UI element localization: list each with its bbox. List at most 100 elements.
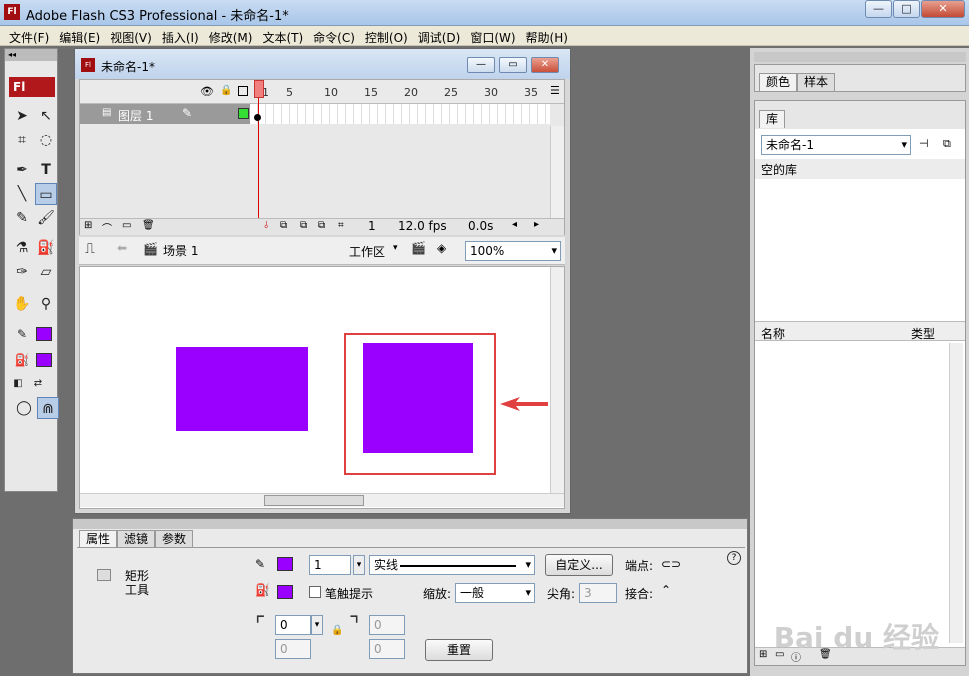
corner-radius-input[interactable]: 0	[275, 615, 311, 635]
purple-rectangle[interactable]	[176, 347, 308, 431]
stroke-hinting-checkbox[interactable]	[309, 586, 321, 598]
text-tool-icon[interactable]: T	[35, 159, 57, 181]
doc-close-button[interactable]: ✕	[531, 57, 559, 73]
onion-skin-icon[interactable]: ⧉	[280, 220, 287, 231]
edit-scene-icon[interactable]: 🎬	[411, 241, 426, 255]
fill-color-swatch[interactable]	[277, 585, 293, 599]
cap-style-icon[interactable]: ⊂⊃	[661, 557, 681, 571]
menu-commands[interactable]: 命令(C)	[308, 26, 360, 45]
tab-filters[interactable]: 滤镜	[117, 530, 156, 548]
tab-parameters[interactable]: 参数	[155, 530, 194, 548]
eyedropper-tool-icon[interactable]: ✑	[11, 261, 33, 283]
scale-select[interactable]: 一般	[455, 583, 535, 603]
selection-tool-icon[interactable]: ➤	[11, 105, 33, 127]
brush-tool-icon[interactable]: 🖌	[35, 207, 57, 229]
library-scrollbar[interactable]	[949, 343, 963, 643]
tab-color[interactable]: 颜色	[759, 73, 798, 91]
close-button[interactable]: ✕	[921, 0, 965, 18]
tools-panel-header[interactable]: ◂◂	[5, 49, 57, 61]
join-style-icon[interactable]: ⌃	[661, 583, 671, 597]
edit-symbol-icon[interactable]: ◈	[437, 241, 446, 255]
tab-library[interactable]: 库	[759, 110, 786, 128]
stroke-style-select[interactable]: 实线	[369, 555, 535, 575]
doc-restore-button[interactable]: ▭	[499, 57, 527, 73]
stroke-height-input[interactable]: 1	[309, 555, 351, 575]
paint-bucket-tool-icon[interactable]: ⛽	[35, 237, 57, 259]
corner-tr-input[interactable]: 0	[369, 615, 405, 635]
center-frame-icon[interactable]: ⫰	[264, 220, 268, 231]
corner-radius-slider-icon[interactable]: ▾	[311, 615, 323, 635]
menu-text[interactable]: 文本(T)	[257, 26, 308, 45]
layer-name[interactable]: 图层 1	[118, 107, 153, 124]
swap-colors-icon[interactable]: ⇄	[27, 373, 49, 395]
frames-row[interactable]	[250, 104, 550, 124]
new-symbol-icon[interactable]: ⊞	[759, 649, 767, 660]
workspace-dropdown-icon[interactable]: ▾	[393, 243, 398, 253]
lasso-tool-icon[interactable]: ◌	[35, 129, 57, 151]
scroll-thumb[interactable]	[264, 495, 364, 506]
menu-modify[interactable]: 修改(M)	[204, 26, 258, 45]
modify-onion-markers-icon[interactable]: ⌗	[338, 220, 344, 231]
menu-file[interactable]: 文件(F)	[4, 26, 54, 45]
snap-to-objects-icon[interactable]: ⋒	[37, 397, 59, 419]
subselection-tool-icon[interactable]: ↖	[35, 105, 57, 127]
pencil-tool-icon[interactable]: ✎	[11, 207, 33, 229]
fill-color-swatch[interactable]	[36, 353, 52, 367]
playhead[interactable]	[254, 80, 264, 98]
default-colors-icon[interactable]: ◧	[7, 373, 29, 395]
object-drawing-icon[interactable]: ◯	[13, 397, 35, 419]
stroke-color-swatch[interactable]	[277, 557, 293, 571]
custom-stroke-button[interactable]: 自定义...	[545, 554, 613, 576]
back-arrow-icon[interactable]: ⬅	[117, 241, 127, 255]
tab-swatches[interactable]: 样本	[797, 73, 836, 91]
menu-edit[interactable]: 编辑(E)	[54, 26, 105, 45]
column-name[interactable]: 名称	[761, 325, 785, 342]
timeline-menu-icon[interactable]: ☰	[550, 84, 560, 97]
doc-minimize-button[interactable]: —	[467, 57, 495, 73]
stage-vertical-scrollbar[interactable]	[550, 267, 564, 493]
edit-multiple-frames-icon[interactable]: ⧉	[318, 220, 325, 231]
rectangle-tool-icon[interactable]: ▭	[35, 183, 57, 205]
eye-icon[interactable]: 👁	[200, 85, 214, 98]
scene-name[interactable]: 场景 1	[163, 242, 198, 259]
timeline-scrollbar[interactable]	[550, 126, 564, 218]
onion-outlines-icon[interactable]: ⧉	[300, 220, 307, 231]
dock-header[interactable]	[754, 52, 966, 62]
lock-corners-icon[interactable]: 🔒	[331, 625, 343, 636]
stage-horizontal-scrollbar[interactable]	[80, 493, 564, 507]
corner-br-input[interactable]: 0	[369, 639, 405, 659]
scroll-right-icon[interactable]: ▸	[534, 219, 539, 230]
layer-outline-color-icon[interactable]	[238, 108, 249, 119]
add-motion-guide-icon[interactable]: ⌒	[102, 220, 112, 235]
menu-help[interactable]: 帮助(H)	[521, 26, 573, 45]
miter-input[interactable]: 3	[579, 583, 617, 603]
library-document-select[interactable]: 未命名-1	[761, 135, 911, 155]
corner-bl-input[interactable]: 0	[275, 639, 311, 659]
menu-debug[interactable]: 调试(D)	[413, 26, 466, 45]
timeline-toggle-icon[interactable]: ⎍	[85, 241, 95, 257]
free-transform-tool-icon[interactable]: ⌗	[11, 129, 33, 151]
pin-library-icon[interactable]: ⊣	[919, 137, 929, 150]
line-tool-icon[interactable]: ╲	[11, 183, 33, 205]
insert-layer-icon[interactable]: ⊞	[84, 220, 92, 231]
hand-tool-icon[interactable]: ✋	[11, 293, 33, 315]
stroke-color-swatch[interactable]	[36, 327, 52, 341]
ink-bottle-tool-icon[interactable]: ⚗	[11, 237, 33, 259]
menu-insert[interactable]: 插入(I)	[157, 26, 204, 45]
menu-control[interactable]: 控制(O)	[360, 26, 413, 45]
layer-row[interactable]: ▤ 图层 1 ✎	[80, 104, 250, 124]
scroll-left-icon[interactable]: ◂	[512, 219, 517, 230]
maximize-button[interactable]: □	[893, 0, 920, 18]
reset-button[interactable]: 重置	[425, 639, 493, 661]
lock-icon[interactable]: 🔒	[220, 85, 232, 96]
new-library-panel-icon[interactable]: ⧉	[943, 137, 951, 151]
tab-properties[interactable]: 属性	[79, 530, 118, 548]
insert-folder-icon[interactable]: ▭	[122, 220, 131, 231]
outline-icon[interactable]	[238, 86, 248, 96]
help-icon[interactable]: ?	[727, 551, 741, 565]
eraser-tool-icon[interactable]: ▱	[35, 261, 57, 283]
menu-window[interactable]: 窗口(W)	[465, 26, 520, 45]
column-type[interactable]: 类型	[911, 325, 935, 342]
stroke-height-slider-icon[interactable]: ▾	[353, 555, 365, 575]
stage[interactable]	[79, 266, 565, 509]
